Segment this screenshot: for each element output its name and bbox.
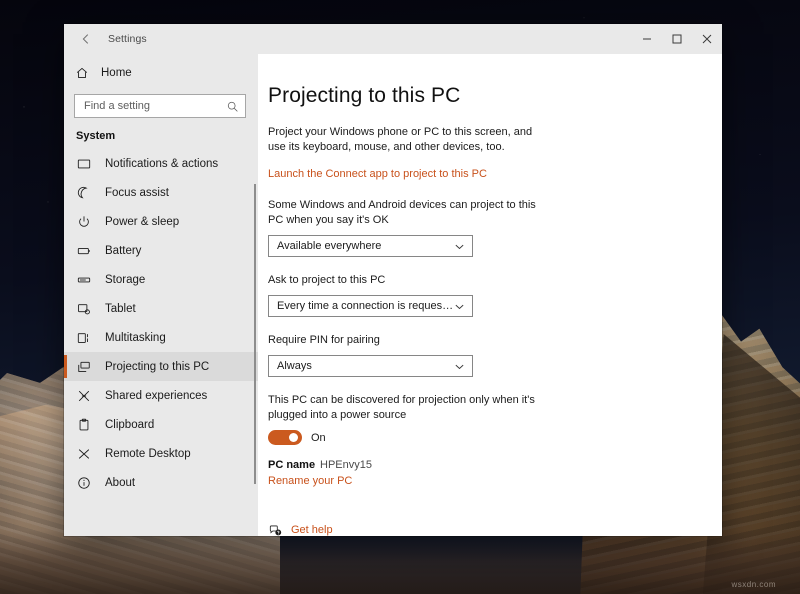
maximize-button[interactable] <box>662 24 692 54</box>
sidebar-item-label: Battery <box>105 245 141 257</box>
notifications-icon <box>76 156 92 172</box>
availability-dropdown[interactable]: Available everywhere <box>268 235 473 257</box>
sidebar-item-label: About <box>105 477 135 489</box>
require-pin-dropdown[interactable]: Always <box>268 355 473 377</box>
chevron-down-icon <box>454 301 465 312</box>
shared-icon <box>76 388 92 404</box>
sidebar-item-label: Remote Desktop <box>105 448 191 460</box>
sidebar-item-label: Storage <box>105 274 145 286</box>
content-footer: Get help Give feedback <box>268 523 722 536</box>
back-arrow-icon[interactable] <box>64 24 108 54</box>
pc-name-value: HPEnvy15 <box>320 459 372 471</box>
sidebar-item-label: Shared experiences <box>105 390 207 402</box>
wallpaper-watermark: wsxdn.com <box>731 580 776 589</box>
availability-label: Some Windows and Android devices can pro… <box>268 198 540 228</box>
require-pin-value: Always <box>277 360 454 372</box>
remote-desktop-icon <box>76 446 92 462</box>
sidebar-item-label: Clipboard <box>105 419 154 431</box>
get-help-row[interactable]: Get help <box>268 523 722 536</box>
tablet-icon <box>76 301 92 317</box>
power-source-toggle-state: On <box>311 432 326 444</box>
sidebar-item-label: Notifications & actions <box>105 158 218 170</box>
sidebar-item-remote-desktop[interactable]: Remote Desktop <box>64 439 258 468</box>
info-icon <box>76 475 92 491</box>
window-body: Home System <box>64 54 722 536</box>
home-icon <box>74 65 90 81</box>
moon-icon <box>76 185 92 201</box>
pc-name-row: PC name HPEnvy15 <box>268 459 722 471</box>
window-controls <box>632 24 722 54</box>
power-source-section: This PC can be discovered for projection… <box>268 393 722 445</box>
projecting-icon <box>76 359 92 375</box>
window-titlebar: Settings <box>64 24 722 54</box>
sidebar-item-label: Projecting to this PC <box>105 361 209 373</box>
power-source-toggle-row: On <box>268 430 722 445</box>
sidebar-scrollbar[interactable] <box>254 184 256 484</box>
settings-sidebar: Home System <box>64 54 258 536</box>
sidebar-item-label: Power & sleep <box>105 216 179 228</box>
require-pin-section: Require PIN for pairing Always <box>268 333 722 377</box>
ask-to-project-label: Ask to project to this PC <box>268 273 540 288</box>
search-input[interactable] <box>84 100 226 112</box>
sidebar-item-clipboard[interactable]: Clipboard <box>64 410 258 439</box>
sidebar-item-battery[interactable]: Battery <box>64 236 258 265</box>
ask-to-project-dropdown[interactable]: Every time a connection is requested <box>268 295 473 317</box>
help-bubble-icon <box>268 523 282 536</box>
chevron-down-icon <box>454 241 465 252</box>
battery-icon <box>76 243 92 259</box>
sidebar-item-storage[interactable]: Storage <box>64 265 258 294</box>
sidebar-item-about[interactable]: About <box>64 468 258 497</box>
sidebar-home-label: Home <box>101 67 132 79</box>
availability-section: Some Windows and Android devices can pro… <box>268 198 722 257</box>
intro-paragraph: Project your Windows phone or PC to this… <box>268 125 540 155</box>
launch-connect-app-link[interactable]: Launch the Connect app to project to thi… <box>268 168 487 180</box>
search-icon <box>226 100 239 113</box>
sidebar-item-focus-assist[interactable]: Focus assist <box>64 178 258 207</box>
page-title: Projecting to this PC <box>268 84 722 108</box>
sidebar-group-title: System <box>64 130 258 142</box>
sidebar-item-projecting-to-this-pc[interactable]: Projecting to this PC <box>64 352 258 381</box>
rename-your-pc-link[interactable]: Rename your PC <box>268 475 352 487</box>
power-source-toggle[interactable] <box>268 430 302 445</box>
get-help-link[interactable]: Get help <box>291 524 333 536</box>
sidebar-item-label: Focus assist <box>105 187 169 199</box>
multitasking-icon <box>76 330 92 346</box>
sidebar-item-multitasking[interactable]: Multitasking <box>64 323 258 352</box>
sidebar-item-power-sleep[interactable]: Power & sleep <box>64 207 258 236</box>
minimize-button[interactable] <box>632 24 662 54</box>
clipboard-icon <box>76 417 92 433</box>
ask-to-project-value: Every time a connection is requested <box>277 300 454 312</box>
sidebar-item-shared-experiences[interactable]: Shared experiences <box>64 381 258 410</box>
search-box[interactable] <box>74 94 246 118</box>
chevron-down-icon <box>454 361 465 372</box>
sidebar-item-notifications-actions[interactable]: Notifications & actions <box>64 149 258 178</box>
power-source-label: This PC can be discovered for projection… <box>268 393 540 423</box>
sidebar-item-label: Multitasking <box>105 332 166 344</box>
sidebar-item-tablet[interactable]: Tablet <box>64 294 258 323</box>
storage-icon <box>76 272 92 288</box>
require-pin-label: Require PIN for pairing <box>268 333 540 348</box>
availability-value: Available everywhere <box>277 240 454 252</box>
window-title: Settings <box>108 33 147 45</box>
sidebar-search-wrap <box>64 94 258 118</box>
sidebar-item-label: Tablet <box>105 303 136 315</box>
settings-window: Settings <box>64 24 722 536</box>
close-button[interactable] <box>692 24 722 54</box>
foreground-ground <box>0 530 800 594</box>
toggle-knob <box>289 433 298 442</box>
settings-content: Projecting to this PC Project your Windo… <box>258 54 722 536</box>
desktop-background: wsxdn.com Settings <box>0 0 800 594</box>
power-icon <box>76 214 92 230</box>
sidebar-item-home[interactable]: Home <box>64 58 258 88</box>
ask-to-project-section: Ask to project to this PC Every time a c… <box>268 273 722 317</box>
pc-name-key: PC name <box>268 459 320 471</box>
